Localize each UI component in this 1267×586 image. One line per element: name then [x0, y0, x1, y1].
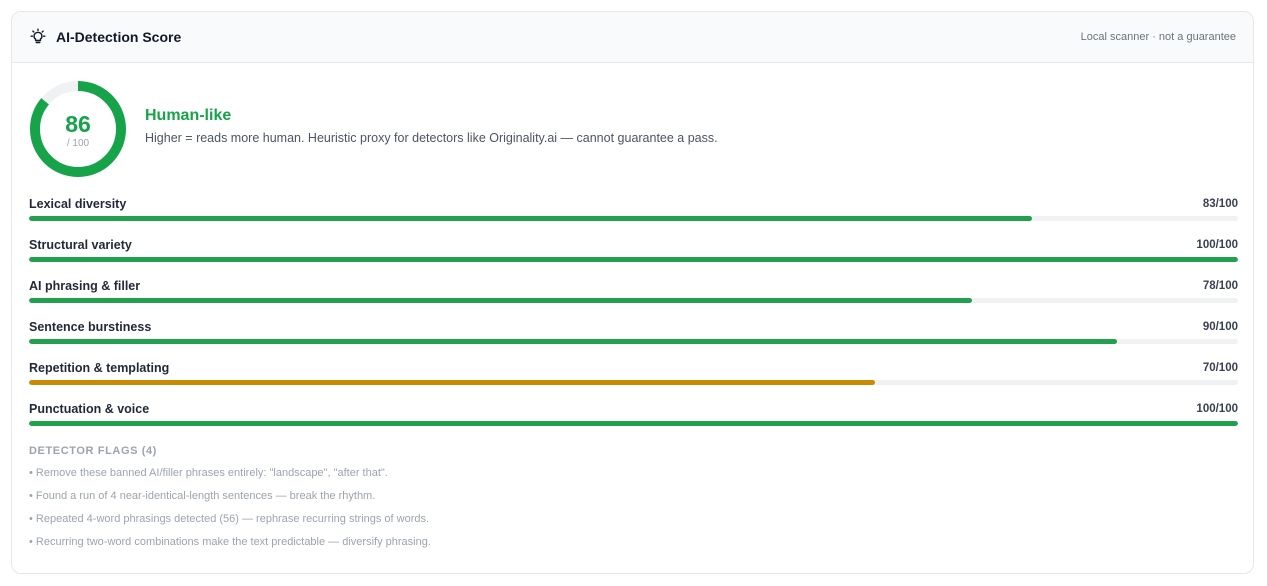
metric-label: Sentence burstiness: [29, 320, 152, 334]
metric-row: AI phrasing & filler 78/100: [29, 277, 1238, 318]
metric-value: 83/100: [1202, 198, 1238, 210]
metric-header: Repetition & templating 70/100: [29, 359, 1238, 377]
metric-header: Structural variety 100/100: [29, 236, 1238, 254]
metric-label: Lexical diversity: [29, 197, 127, 211]
metric-track: [29, 298, 1238, 303]
card-title: AI-Detection Score: [56, 29, 182, 45]
metric-list: Lexical diversity 83/100 Structural variet…: [29, 195, 1238, 441]
summary-text: Human-like Higher = reads more human. He…: [145, 107, 718, 145]
ai-detection-card: AI-Detection Score Local scanner · not a…: [11, 11, 1254, 574]
metric-row: Punctuation & voice 100/100: [29, 400, 1238, 441]
metric-header: Lexical diversity 83/100: [29, 195, 1238, 213]
verdict-description: Higher = reads more human. Heuristic pro…: [145, 131, 718, 145]
metric-track: [29, 216, 1238, 221]
metric-fill: [29, 298, 973, 303]
metric-fill: [29, 216, 1033, 221]
metric-label: Repetition & templating: [29, 361, 170, 375]
metric-label: AI phrasing & filler: [29, 279, 141, 293]
metric-header: Sentence burstiness 90/100: [29, 318, 1238, 336]
metric-fill: [29, 257, 1238, 262]
flags-title: DETECTOR FLAGS (4): [29, 445, 157, 457]
metric-track: [29, 421, 1238, 426]
header-left: AI-Detection Score: [29, 28, 181, 46]
overall-score-max: / 100: [66, 137, 90, 149]
metric-track: [29, 380, 1238, 385]
flag-item: Repeated 4-word phrasings detected (56) …: [29, 511, 431, 534]
metric-fill: [29, 339, 1118, 344]
metric-value: 90/100: [1202, 321, 1238, 333]
metric-label: Punctuation & voice: [29, 402, 150, 416]
overall-score: 86: [65, 110, 91, 137]
metric-row: Repetition & templating 70/100: [29, 359, 1238, 400]
metric-value: 100/100: [1196, 239, 1238, 251]
score-gauge: 86 / 100: [29, 80, 127, 178]
metric-value: 78/100: [1202, 280, 1238, 292]
metric-row: Sentence burstiness 90/100: [29, 318, 1238, 359]
flag-item: Found a run of 4 near-identical-length s…: [29, 488, 431, 511]
metric-row: Lexical diversity 83/100: [29, 195, 1238, 236]
detector-flags: DETECTOR FLAGS (4) Remove these banned A…: [29, 445, 431, 557]
metric-header: AI phrasing & filler 78/100: [29, 277, 1238, 295]
metric-header: Punctuation & voice 100/100: [29, 400, 1238, 418]
verdict-label: Human-like: [145, 107, 232, 124]
metric-track: [29, 339, 1238, 344]
metric-fill: [29, 380, 876, 385]
metric-label: Structural variety: [29, 238, 132, 252]
metric-value: 100/100: [1196, 403, 1238, 415]
metric-row: Structural variety 100/100: [29, 236, 1238, 277]
flag-list: Remove these banned AI/filler phrases en…: [29, 465, 431, 557]
header-note: Local scanner · not a guarantee: [1080, 31, 1236, 43]
metric-value: 70/100: [1202, 362, 1238, 374]
card-header: AI-Detection Score Local scanner · not a…: [12, 12, 1253, 63]
metric-track: [29, 257, 1238, 262]
flag-item: Recurring two-word combinations make the…: [29, 534, 431, 557]
score-summary: 86 / 100 Human-like Higher = reads more …: [29, 80, 718, 178]
gauge-center: 86 / 100: [29, 80, 127, 178]
metric-fill: [29, 421, 1238, 426]
lightbulb-icon: [29, 28, 47, 46]
flag-item: Remove these banned AI/filler phrases en…: [29, 465, 431, 488]
